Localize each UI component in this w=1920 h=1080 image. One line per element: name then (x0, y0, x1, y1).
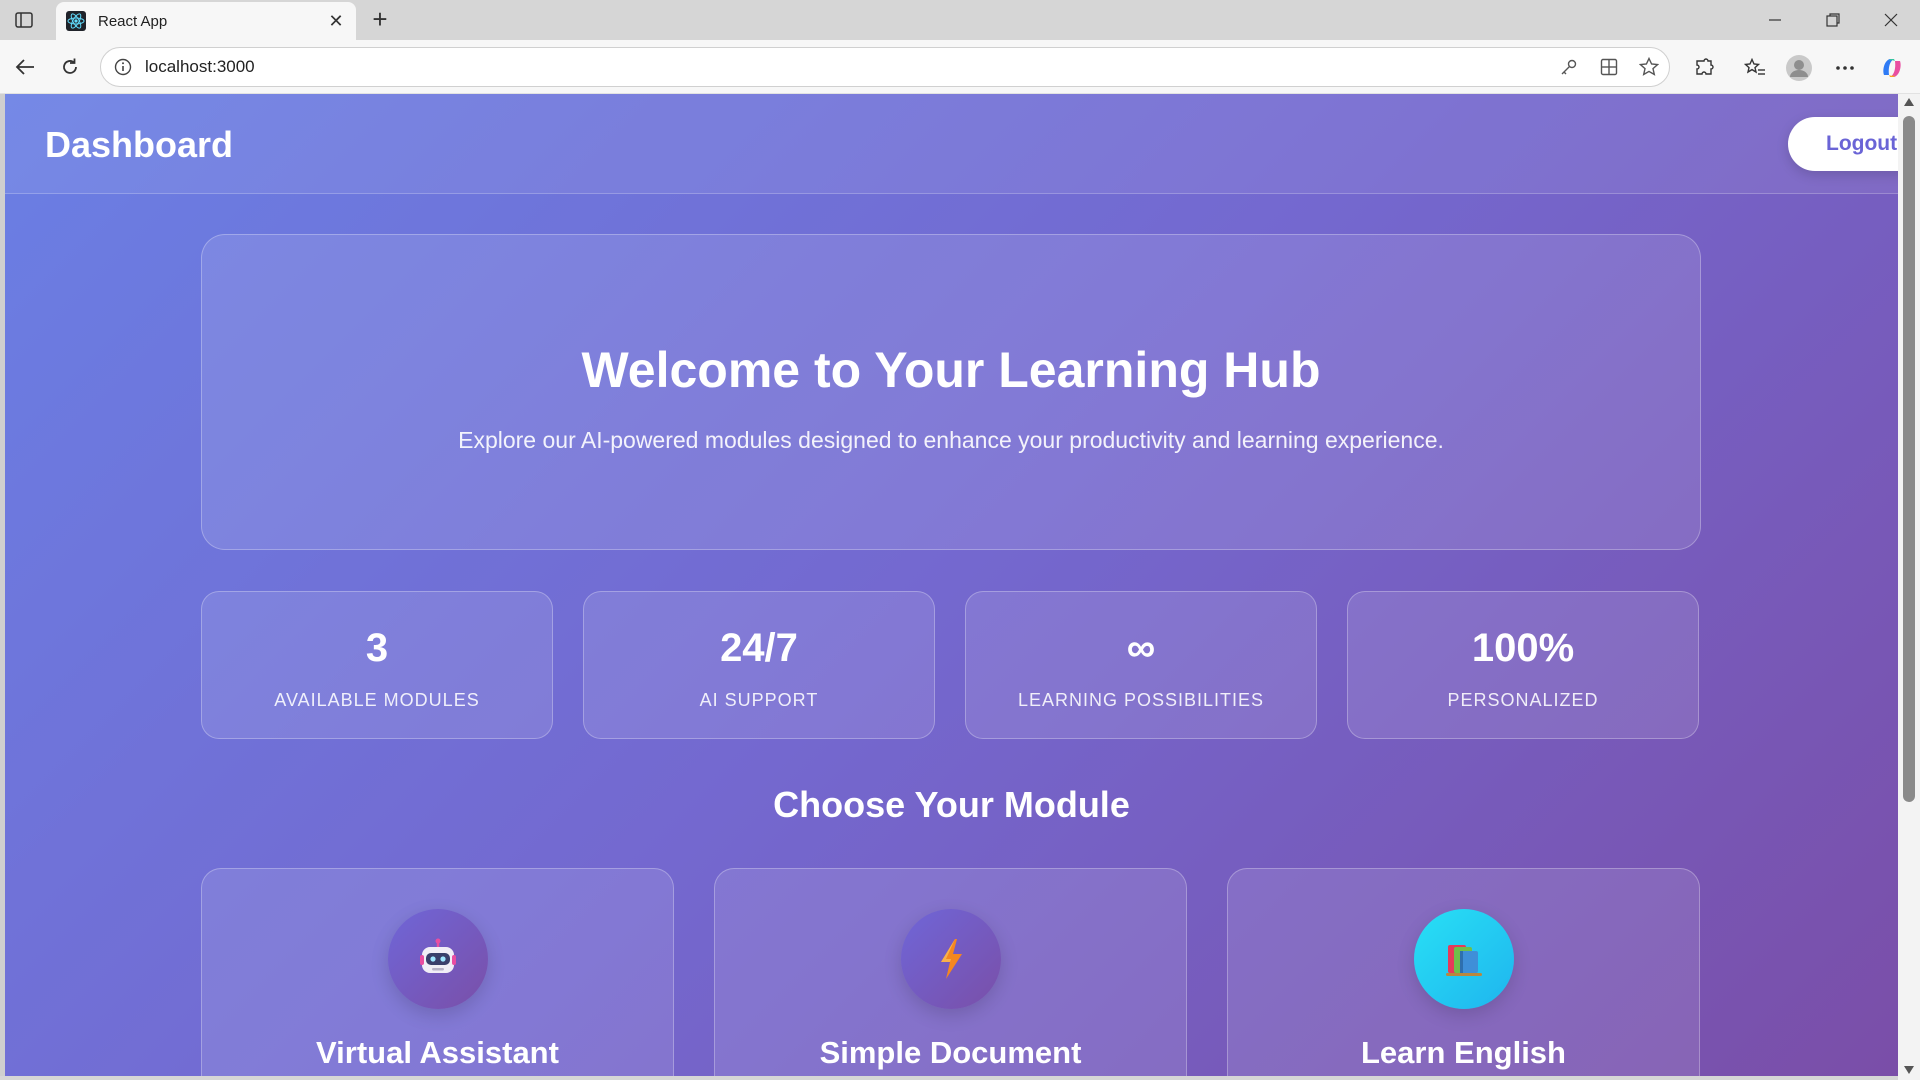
minimize-icon[interactable] (1747, 0, 1803, 40)
site-info-icon[interactable] (113, 57, 133, 77)
module-title: Virtual Assistant (316, 1035, 559, 1070)
logout-button[interactable]: Logout (1788, 117, 1898, 171)
module-title: Simple Document (819, 1035, 1082, 1070)
stat-label: LEARNING POSSIBILITIES (1017, 690, 1265, 710)
hero-subtitle: Explore our AI-powered modules designed … (458, 427, 1444, 453)
module-card-virtual-assistant[interactable]: Virtual Assistant (201, 868, 674, 1076)
address-bar[interactable]: localhost:3000 (100, 47, 1670, 87)
stat-card: 3 AVAILABLE MODULES (201, 591, 553, 739)
hero-title: Welcome to Your Learning Hub (581, 342, 1321, 398)
stat-label: PERSONALIZED (1447, 690, 1599, 710)
scrollbar-thumb[interactable] (1903, 116, 1915, 802)
url-text[interactable]: localhost:3000 (145, 57, 1549, 77)
sidebar-toggle-icon[interactable] (12, 9, 36, 31)
profile-avatar-icon[interactable] (1783, 52, 1815, 84)
module-card-learn-english[interactable]: Learn English (1227, 868, 1700, 1076)
page-viewport: Dashboard Logout Welcome to Your Learnin… (5, 94, 1898, 1076)
stat-value: ∞ (1126, 626, 1156, 670)
tab-title: React App (98, 12, 168, 30)
stat-label: AI SUPPORT (699, 690, 819, 710)
more-options-icon[interactable] (1829, 52, 1861, 84)
favorites-icon[interactable] (1739, 52, 1771, 84)
react-logo-icon (66, 11, 86, 31)
back-arrow-icon[interactable] (10, 52, 40, 82)
favorite-star-icon[interactable] (1629, 52, 1669, 82)
app-header: Dashboard Logout (5, 94, 1898, 194)
app-available-icon[interactable] (1589, 52, 1629, 82)
section-title: Choose Your Module (773, 784, 1130, 825)
new-tab-icon[interactable]: + (366, 6, 394, 34)
stat-card: 24/7 AI SUPPORT (583, 591, 935, 739)
robot-icon (388, 909, 488, 1009)
page-scrollbar[interactable] (1898, 94, 1920, 1080)
module-title: Learn English (1361, 1035, 1566, 1070)
copilot-icon[interactable] (1876, 52, 1908, 84)
books-icon (1414, 909, 1514, 1009)
stat-card: ∞ LEARNING POSSIBILITIES (965, 591, 1317, 739)
close-window-icon[interactable] (1863, 0, 1919, 40)
stat-value: 3 (365, 626, 389, 670)
reload-icon[interactable] (55, 52, 85, 82)
scroll-down-icon[interactable] (1904, 1066, 1914, 1074)
window-bottom-edge (0, 1076, 1898, 1080)
browser-tab[interactable]: React App ✕ (56, 2, 356, 40)
stat-value: 100% (1471, 626, 1575, 670)
page-title: Dashboard (45, 124, 234, 165)
browser-tab-bar: React App ✕ + (0, 0, 1920, 40)
browser-toolbar: localhost:3000 (0, 40, 1920, 94)
lightning-icon (901, 909, 1001, 1009)
stat-value: 24/7 (720, 626, 798, 670)
stat-card: 100% PERSONALIZED (1347, 591, 1699, 739)
close-tab-icon[interactable]: ✕ (326, 11, 346, 32)
module-card-simple-document[interactable]: Simple Document (714, 868, 1187, 1076)
stat-label: AVAILABLE MODULES (274, 690, 480, 710)
extensions-icon[interactable] (1688, 52, 1720, 84)
restore-icon[interactable] (1805, 0, 1861, 40)
scroll-up-icon[interactable] (1904, 98, 1914, 106)
password-key-icon[interactable] (1549, 52, 1589, 82)
welcome-card: Welcome to Your Learning Hub Explore our… (201, 234, 1701, 550)
